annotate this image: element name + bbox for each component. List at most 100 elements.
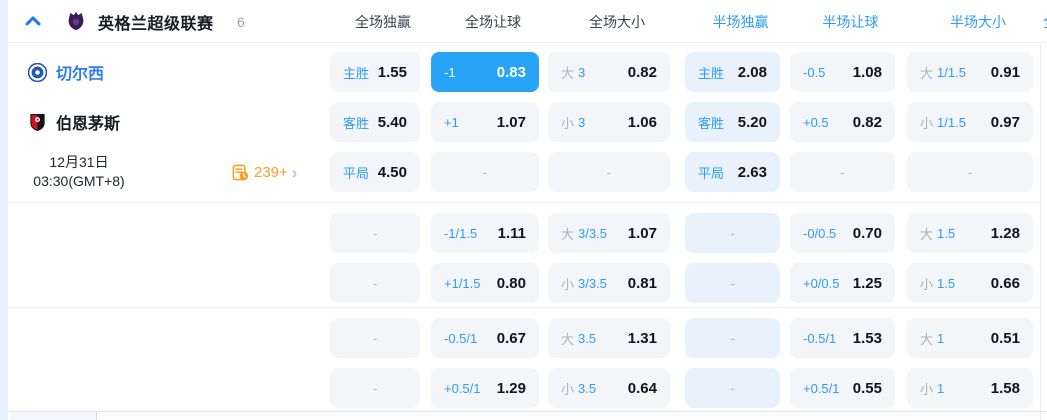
collapse-section-button[interactable]	[22, 11, 44, 31]
empty-value: -	[967, 164, 973, 180]
odds-value: 0.82	[852, 113, 882, 131]
odds-value: 0.97	[990, 113, 1020, 131]
odds-value: 1.11	[497, 224, 526, 242]
empty-value: -	[730, 225, 735, 241]
section-divider	[8, 202, 1040, 203]
empty-value: -	[730, 380, 735, 396]
empty-value: -	[840, 164, 845, 180]
odds-label: 大 3/3.5	[561, 224, 607, 243]
over-under-prefix: 小	[920, 276, 934, 292]
odds-cell[interactable]: 主胜 1.55	[330, 52, 420, 92]
chevron-right-icon: ›	[291, 162, 298, 182]
premier-league-logo-icon	[68, 12, 84, 30]
column-header-ft-handicap: 全场让球	[465, 13, 521, 30]
odds-cell[interactable]: -1 0.83	[431, 52, 539, 92]
odds-label: +0.5/1	[803, 380, 840, 396]
odds-label: +0.5	[803, 114, 829, 130]
empty-value: -	[372, 225, 378, 241]
column-header-ft-overunder: 全场大小	[589, 13, 645, 30]
odds-cell[interactable]: +1/1.5 0.80	[431, 263, 539, 303]
odds-value: 2.63	[737, 163, 767, 181]
over-under-prefix: 大	[920, 226, 934, 242]
column-header-ht-1x2: 半场独赢	[712, 13, 769, 30]
odds-cell[interactable]: 大 1/1.5 0.91	[907, 52, 1033, 92]
odds-value: 4.50	[377, 163, 407, 181]
odds-value: 1.58	[990, 379, 1020, 397]
odds-cell[interactable]: -0.5 1.08	[790, 52, 895, 92]
odds-cell[interactable]: 大 1.5 1.28	[907, 213, 1033, 253]
odds-cell[interactable]: 小 1/1.5 0.97	[907, 102, 1033, 142]
odds-cell[interactable]: 大 1 0.51	[907, 318, 1033, 358]
odds-cell[interactable]: +0.5/1 1.29	[431, 368, 539, 408]
odds-cell[interactable]: -0/0.5 0.70	[790, 213, 895, 253]
odds-value: 0.83	[496, 63, 526, 81]
odds-cell[interactable]: 小 3 1.06	[548, 102, 670, 142]
odds-label: -1/1.5	[444, 225, 478, 241]
odds-cell[interactable]: -0.5/1 1.53	[790, 318, 895, 358]
empty-odds-cell: -	[330, 263, 420, 303]
odds-cell[interactable]: 小 1.5 0.66	[907, 263, 1033, 303]
home-team-crest-icon	[28, 62, 47, 82]
odds-cell[interactable]: 主胜 2.08	[685, 52, 780, 92]
odds-cell[interactable]: 小 3.5 0.64	[548, 368, 670, 408]
odds-label: +0/0.5	[803, 275, 840, 291]
odds-cell[interactable]: -1/1.5 1.11	[431, 213, 539, 253]
handicap-line: 3/3.5	[578, 225, 607, 241]
odds-cell[interactable]: 小 1 1.58	[907, 368, 1033, 408]
home-team-name: 切尔西	[56, 66, 105, 83]
odds-label: +0.5/1	[444, 380, 481, 396]
handicap-line: 1	[937, 330, 945, 346]
odds-cell[interactable]: 大 3.5 1.31	[548, 318, 670, 358]
odds-cell[interactable]: 大 3/3.5 1.07	[548, 213, 670, 253]
handicap-line: 1	[937, 380, 945, 396]
over-under-prefix: 小	[561, 381, 575, 397]
next-section-preview	[97, 412, 1040, 420]
away-team-crest-icon	[30, 113, 45, 131]
odds-value: 5.40	[377, 113, 407, 131]
odds-value: 2.08	[737, 63, 767, 81]
odds-label: 小 1/1.5	[920, 113, 966, 132]
odds-board: 英格兰超级联赛 6 全场独赢 全场让球 全场大小 半场独赢 半场让球 半场大小 …	[0, 0, 1047, 420]
empty-odds-cell: -	[790, 152, 895, 192]
empty-odds-cell: -	[685, 263, 780, 303]
more-markets-link[interactable]: 239+ ›	[232, 152, 297, 192]
odds-cell[interactable]: 平局 4.50	[330, 152, 420, 192]
odds-value: 0.82	[627, 63, 657, 81]
empty-odds-cell: -	[330, 318, 420, 358]
odds-cell[interactable]: 客胜 5.40	[330, 102, 420, 142]
odds-cell[interactable]: 小 3/3.5 0.81	[548, 263, 670, 303]
odds-cell[interactable]: 大 3 0.82	[548, 52, 670, 92]
odds-value: 1.07	[496, 113, 526, 131]
over-under-prefix: 大	[561, 331, 575, 347]
odds-value: 1.06	[627, 113, 657, 131]
odds-cell[interactable]: +0.5 0.82	[790, 102, 895, 142]
markets-list-icon	[232, 164, 249, 180]
handicap-line: 3.5	[578, 330, 597, 346]
odds-label: -0.5	[803, 64, 826, 80]
next-section-preview-cell	[10, 412, 96, 420]
over-under-prefix: 小	[920, 115, 934, 131]
odds-value: 1.53	[852, 329, 882, 347]
odds-label: -0.5/1	[444, 330, 478, 346]
odds-cell[interactable]: +0.5/1 0.55	[790, 368, 895, 408]
empty-odds-cell: -	[685, 318, 780, 358]
over-under-prefix: 小	[920, 381, 934, 397]
handicap-line: 1.5	[937, 225, 956, 241]
away-team-row[interactable]: 伯恩茅斯	[28, 102, 120, 142]
odds-cell[interactable]: 客胜 5.20	[685, 102, 780, 142]
odds-label: -1	[444, 64, 456, 80]
odds-label: 主胜	[343, 65, 370, 81]
empty-odds-cell: -	[907, 152, 1033, 192]
home-team-row[interactable]: 切尔西	[28, 52, 104, 92]
odds-cell[interactable]: +1 1.07	[431, 102, 539, 142]
odds-label: 大 3.5	[561, 329, 596, 348]
odds-cell[interactable]: -0.5/1 0.67	[431, 318, 539, 358]
clipped-next-column-header: 全	[1043, 13, 1047, 31]
odds-value: 1.55	[377, 63, 407, 81]
odds-value: 1.07	[627, 224, 657, 242]
odds-label: 小 3.5	[561, 379, 596, 398]
odds-value: 0.80	[496, 274, 526, 292]
odds-cell[interactable]: +0/0.5 1.25	[790, 263, 895, 303]
odds-value: 1.08	[852, 63, 882, 81]
odds-cell[interactable]: 平局 2.63	[685, 152, 780, 192]
